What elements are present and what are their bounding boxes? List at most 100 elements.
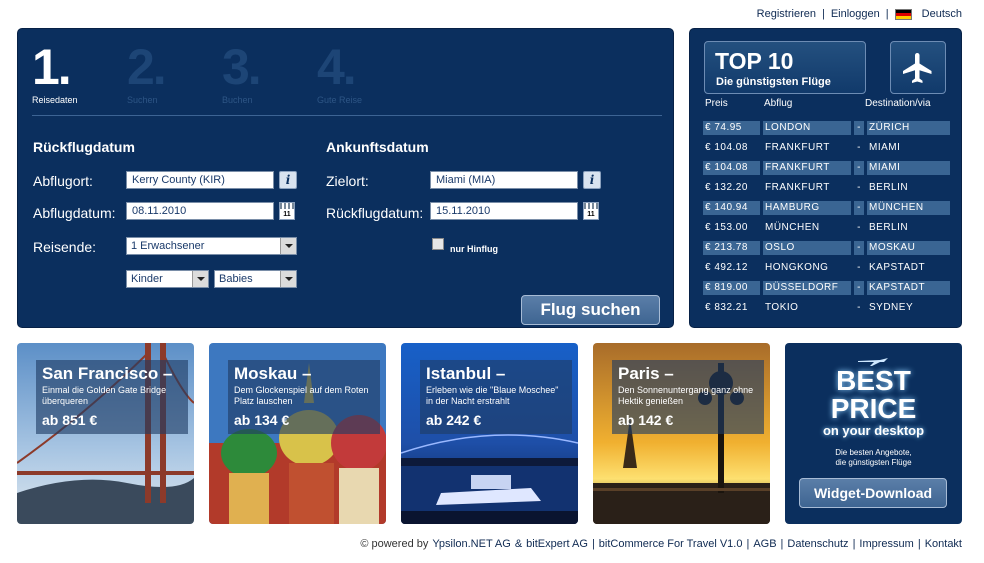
contact-link[interactable]: Kontakt (925, 538, 962, 550)
babies-select[interactable]: Babies (214, 270, 297, 288)
top10-departure: LONDON (763, 121, 851, 135)
calendar-day: 11 (283, 211, 291, 218)
destination-desc: Einmal die Golden Gate Bridge überqueren (42, 385, 167, 406)
top10-row[interactable]: € 140.94 HAMBURG - MÜNCHEN (703, 198, 950, 218)
destination-card-moskau[interactable]: Moskau – Dem Glockenspiel auf dem Roten … (209, 343, 386, 524)
destination-overlay: Paris – Den Sonnenuntergang ganz ohne He… (612, 360, 764, 434)
children-select[interactable]: Kinder (126, 270, 209, 288)
product-link[interactable]: bitCommerce For Travel V1.0 (599, 538, 743, 550)
destination-input[interactable]: Miami (MIA) (430, 171, 578, 189)
top10-dash: - (857, 262, 861, 273)
return-calendar-icon[interactable]: 11 (583, 202, 599, 220)
top10-dash: - (854, 161, 864, 175)
airplane-glyph (903, 52, 932, 83)
top10-departure: HONGKONG (765, 262, 829, 273)
login-link[interactable]: Einloggen (831, 8, 880, 20)
destination-overlay: Moskau – Dem Glockenspiel auf dem Roten … (228, 360, 380, 434)
top10-destination: MIAMI (869, 142, 901, 153)
top10-row[interactable]: € 819.00 DÜSSELDORF - KAPSTADT (703, 278, 950, 298)
top10-row[interactable]: € 492.12 HONGKONG - KAPSTADT (703, 258, 950, 278)
top10-dash: - (857, 182, 861, 193)
top10-row[interactable]: € 132.20 FRANKFURT - BERLIN (703, 178, 950, 198)
top10-list: € 74.95 LONDON - ZÜRICH € 104.08 FRANKFURT - MI… (703, 118, 950, 318)
chevron-down-icon (280, 271, 296, 287)
top10-row[interactable]: € 832.21 TOKIO - SYDNEY (703, 298, 950, 318)
top10-price: € 492.12 (705, 262, 748, 273)
agb-link[interactable]: AGB (753, 538, 776, 550)
adults-select-value: 1 Erwachsener (131, 240, 205, 252)
departure-input[interactable]: Kerry County (KIR) (126, 171, 274, 189)
destination-title: Moskau – (234, 364, 312, 383)
german-flag-icon[interactable] (894, 8, 912, 20)
footer-separator: | (780, 538, 784, 550)
departure-info-icon[interactable]: i (279, 171, 297, 189)
left-column-title: Rückflugdatum (33, 139, 135, 155)
destination-card-paris[interactable]: Paris – Den Sonnenuntergang ganz ohne He… (593, 343, 770, 524)
footer-separator: | (917, 538, 921, 550)
top-nav: Registrieren | Einloggen | Deutsch (757, 8, 962, 20)
top10-departure: FRANKFURT (765, 142, 830, 153)
step-label: Buchen (222, 95, 253, 105)
top10-row[interactable]: € 213.78 OSLO - MOSKAU (703, 238, 950, 258)
privacy-link[interactable]: Datenschutz (787, 538, 848, 550)
oneway-label: nur Hinflug (450, 244, 498, 254)
step-label: Gute Reise (317, 95, 363, 105)
top10-price: € 104.08 (703, 161, 760, 175)
chevron-down-icon (192, 271, 208, 287)
top10-price: € 140.94 (703, 201, 760, 215)
top10-price: € 213.78 (703, 241, 760, 255)
bitexpert-link[interactable]: bitExpert AG (526, 538, 588, 550)
chevron-down-icon (280, 238, 296, 254)
departure-date-label: Abflugdatum: (33, 205, 116, 221)
top10-departure: OSLO (763, 241, 851, 255)
destination-desc: Den Sonnenuntergang ganz ohne Hektik gen… (618, 385, 754, 406)
oneway-checkbox[interactable] (432, 238, 444, 250)
top10-row[interactable]: € 104.08 FRANKFURT - MIAMI (703, 158, 950, 178)
departure-date-input[interactable]: 08.11.2010 (126, 202, 274, 220)
top10-row[interactable]: € 74.95 LONDON - ZÜRICH (703, 118, 950, 138)
step-3: 3. Buchen (222, 41, 317, 105)
top10-departure: TOKIO (765, 302, 799, 313)
top10-departure: MÜNCHEN (765, 222, 820, 233)
adults-select[interactable]: 1 Erwachsener (126, 237, 297, 255)
top10-row[interactable]: € 104.08 FRANKFURT - MIAMI (703, 138, 950, 158)
register-link[interactable]: Registrieren (757, 8, 816, 20)
departure-calendar-icon[interactable]: 11 (279, 202, 295, 220)
top10-destination: MOSKAU (867, 241, 950, 255)
return-date-input[interactable]: 15.11.2010 (430, 202, 578, 220)
destination-card-san-francisco[interactable]: San Francisco – Einmal die Golden Gate B… (17, 343, 194, 524)
top10-price: € 104.08 (705, 142, 748, 153)
top10-dash: - (857, 302, 861, 313)
widget-download-button[interactable]: Widget-Download (799, 478, 947, 508)
destination-card-istanbul[interactable]: Istanbul – Erleben wie die "Blaue Mosche… (401, 343, 578, 524)
destination-label: Zielort: (326, 173, 369, 189)
ypsilon-link[interactable]: Ypsilon.NET AG (432, 538, 510, 550)
calendar-day: 11 (587, 211, 595, 218)
step-label: Reisedaten (32, 95, 78, 105)
destination-price: ab 142 € (618, 412, 674, 428)
col-price-header: Preis (705, 98, 728, 109)
destination-info-icon[interactable]: i (583, 171, 601, 189)
best-price-tagline: Die besten Angebote, die günstigsten Flü… (785, 448, 962, 468)
ampersand: & (514, 538, 523, 550)
destination-desc: Dem Glockenspiel auf dem Roten Platz lau… (234, 385, 369, 406)
flight-search-panel: 1. Reisedaten 2. Suchen 3. Buchen 4. Gut… (17, 28, 674, 328)
travelers-label: Reisende: (33, 239, 97, 255)
search-flight-button[interactable]: Flug suchen (521, 295, 660, 325)
imprint-link[interactable]: Impressum (859, 538, 913, 550)
language-link[interactable]: Deutsch (922, 8, 962, 20)
top10-destination: KAPSTADT (867, 281, 950, 295)
airplane-icon[interactable] (890, 41, 946, 94)
top10-title: TOP 10 (715, 48, 794, 74)
top10-destination: ZÜRICH (867, 121, 950, 135)
best-price-line1: BEST (836, 365, 911, 396)
nav-separator: | (885, 8, 889, 20)
top10-row[interactable]: € 153.00 MÜNCHEN - BERLIN (703, 218, 950, 238)
step-number: 1. (32, 39, 72, 95)
top10-dash: - (854, 281, 864, 295)
top10-badge[interactable]: TOP 10 Die günstigsten Flüge (704, 41, 866, 94)
step-2: 2. Suchen (127, 41, 222, 105)
step-1: 1. Reisedaten (32, 41, 127, 105)
footer-separator: | (746, 538, 750, 550)
destination-desc: Erleben wie die "Blaue Moschee" in der N… (426, 385, 559, 406)
